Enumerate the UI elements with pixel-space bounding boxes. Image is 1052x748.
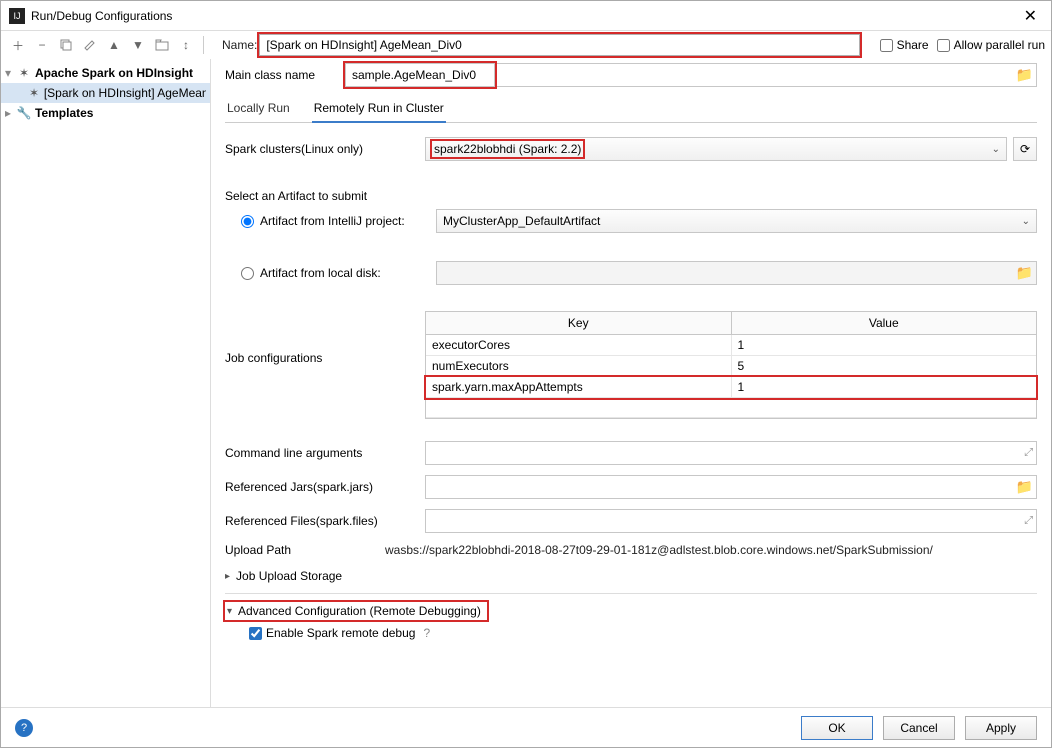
copy-button[interactable] <box>55 34 77 56</box>
cluster-select[interactable]: spark22blobhdi (Spark: 2.2) ⌄ <box>425 137 1007 161</box>
app-icon: IJ <box>9 8 25 24</box>
expand-icon[interactable]: ⤢ <box>1024 515 1033 528</box>
job-config-table: Key Value executorCores 1 numExecutors 5… <box>425 311 1037 419</box>
table-cell-key: numExecutors <box>426 356 732 376</box>
job-config-label: Job configurations <box>225 311 425 365</box>
advanced-config-label: Advanced Configuration (Remote Debugging… <box>238 604 481 618</box>
collapse-button[interactable]: ↕ <box>175 34 197 56</box>
chevron-right-icon[interactable]: ▸ <box>5 106 17 120</box>
table-row-highlighted[interactable]: spark.yarn.maxAppAttempts 1 <box>426 377 1036 398</box>
name-input[interactable] <box>259 34 859 56</box>
folder-icon[interactable]: 📁 <box>1016 67 1033 84</box>
content-pane: Main class name 📁 Locally Run Remotely R… <box>211 59 1051 707</box>
close-icon[interactable]: ✕ <box>1018 6 1043 26</box>
cluster-value: spark22blobhdi (Spark: 2.2) <box>434 142 581 156</box>
share-label: Share <box>897 38 929 52</box>
ref-jars-input[interactable] <box>425 475 1037 499</box>
table-header-value: Value <box>732 312 1037 334</box>
artifact-intellij-value: MyClusterApp_DefaultArtifact <box>443 214 600 228</box>
footer: ? OK Cancel Apply <box>1 707 1051 747</box>
advanced-config-toggle[interactable]: ▾ Advanced Configuration (Remote Debuggi… <box>225 602 487 620</box>
toolbar: ＋ − ▲ ▼ ↕ Name: Share Allow parallel run <box>1 31 1051 59</box>
main-class-input[interactable] <box>345 63 495 87</box>
enable-remote-debug-checkbox[interactable]: Enable Spark remote debug <box>249 626 415 640</box>
expand-icon[interactable]: ⤢ <box>1024 447 1033 460</box>
table-cell-value: 1 <box>732 377 1037 397</box>
cluster-label: Spark clusters(Linux only) <box>225 142 425 156</box>
separator <box>203 36 204 54</box>
wrench-icon: 🔧 <box>17 106 31 120</box>
cmd-args-label: Command line arguments <box>225 446 425 460</box>
chevron-down-icon: ⌄ <box>1022 216 1030 227</box>
artifact-intellij-label: Artifact from IntelliJ project: <box>260 214 430 228</box>
ok-button[interactable]: OK <box>801 716 873 740</box>
artifact-intellij-radio[interactable] <box>241 215 254 228</box>
ref-files-input[interactable] <box>425 509 1037 533</box>
table-cell-key: executorCores <box>426 335 732 355</box>
chevron-down-icon: ▾ <box>227 606 232 617</box>
add-button[interactable]: ＋ <box>7 34 29 56</box>
tab-remotely-run[interactable]: Remotely Run in Cluster <box>312 97 446 123</box>
tree-label: Apache Spark on HDInsight <box>35 66 193 80</box>
table-cell-value: 1 <box>732 335 1037 355</box>
artifact-disk-radio[interactable] <box>241 267 254 280</box>
window-title: Run/Debug Configurations <box>31 9 1018 23</box>
tree-label: Templates <box>35 106 93 120</box>
move-up-button[interactable]: ▲ <box>103 34 125 56</box>
allow-parallel-checkbox[interactable]: Allow parallel run <box>937 38 1045 52</box>
table-cell-value: 5 <box>732 356 1037 376</box>
name-label: Name: <box>222 38 257 52</box>
artifact-disk-label: Artifact from local disk: <box>260 266 430 280</box>
chevron-down-icon: ⌄ <box>992 144 1000 155</box>
upload-path-label: Upload Path <box>225 543 385 557</box>
cancel-button[interactable]: Cancel <box>883 716 955 740</box>
folder-icon[interactable]: 📁 <box>1016 265 1033 282</box>
tree-node-templates[interactable]: ▸ 🔧 Templates <box>1 103 210 123</box>
share-checkbox[interactable]: Share <box>880 38 929 52</box>
spark-icon: ✶ <box>17 66 31 80</box>
spark-icon: ✶ <box>28 86 40 100</box>
tree-node-apache-spark[interactable]: ▾ ✶ Apache Spark on HDInsight <box>1 63 210 83</box>
cmd-args-input[interactable] <box>425 441 1037 465</box>
move-down-button[interactable]: ▼ <box>127 34 149 56</box>
upload-path-value: wasbs://spark22blobhdi-2018-08-27t09-29-… <box>385 543 1037 557</box>
folder-button[interactable] <box>151 34 173 56</box>
table-row[interactable]: executorCores 1 <box>426 335 1036 356</box>
refresh-button[interactable]: ⟳ <box>1013 137 1037 161</box>
help-button[interactable]: ? <box>15 719 33 737</box>
allow-parallel-label: Allow parallel run <box>954 38 1045 52</box>
artifact-disk-input[interactable] <box>436 261 1037 285</box>
sidebar: ▾ ✶ Apache Spark on HDInsight ✶ [Spark o… <box>1 59 211 707</box>
remove-button[interactable]: − <box>31 34 53 56</box>
tree-label: [Spark on HDInsight] AgeMean_Div0 <box>44 86 206 100</box>
ref-jars-label: Referenced Jars(spark.jars) <box>225 480 425 494</box>
chevron-down-icon[interactable]: ▾ <box>5 66 17 80</box>
settings-button[interactable] <box>79 34 101 56</box>
ref-files-label: Referenced Files(spark.files) <box>225 514 425 528</box>
table-row[interactable]: numExecutors 5 <box>426 356 1036 377</box>
help-icon[interactable]: ? <box>423 626 430 640</box>
enable-remote-debug-label: Enable Spark remote debug <box>266 626 415 640</box>
main-class-label: Main class name <box>225 68 345 82</box>
chevron-right-icon: ▸ <box>225 571 230 582</box>
folder-icon[interactable]: 📁 <box>1016 479 1033 496</box>
table-header-key: Key <box>426 312 732 334</box>
job-upload-storage-label: Job Upload Storage <box>236 569 342 583</box>
tree-node-config[interactable]: ✶ [Spark on HDInsight] AgeMean_Div0 <box>1 83 210 103</box>
table-cell-key: spark.yarn.maxAppAttempts <box>426 377 732 397</box>
apply-button[interactable]: Apply <box>965 716 1037 740</box>
tab-locally-run[interactable]: Locally Run <box>225 97 292 122</box>
titlebar: IJ Run/Debug Configurations ✕ <box>1 1 1051 31</box>
artifact-intellij-select[interactable]: MyClusterApp_DefaultArtifact ⌄ <box>436 209 1037 233</box>
artifact-section-label: Select an Artifact to submit <box>225 189 1037 203</box>
tabbar: Locally Run Remotely Run in Cluster <box>225 97 1037 123</box>
job-upload-storage-toggle[interactable]: ▸ Job Upload Storage <box>225 567 1037 585</box>
